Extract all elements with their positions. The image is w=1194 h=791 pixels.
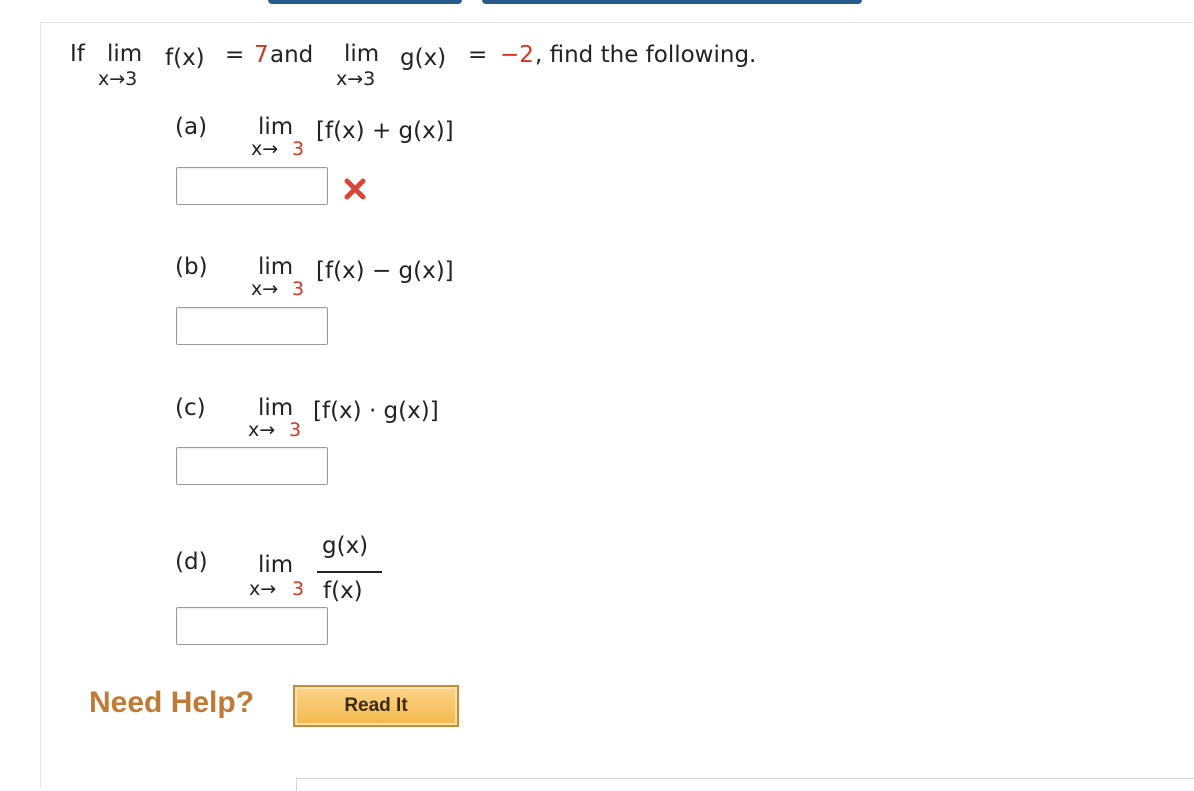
- question-lim-2: lim: [344, 41, 380, 67]
- part-c-label: (c): [175, 395, 206, 421]
- part-a-sub-var: x→: [251, 138, 279, 160]
- question-value-f: 7: [254, 42, 269, 68]
- bottom-panel-frame: [296, 778, 1194, 791]
- part-d-sub-num: 3: [292, 578, 305, 600]
- part-b-sub-num: 3: [292, 278, 305, 300]
- top-tab-left: [268, 0, 462, 4]
- part-d-lim: lim: [258, 552, 294, 578]
- part-a-expression: [f(x) + g(x)]: [316, 118, 454, 144]
- question-and: and: [270, 42, 314, 68]
- part-c-lim: lim: [258, 395, 294, 421]
- left-divider: [40, 22, 41, 788]
- question-sub-1: x→3: [98, 68, 138, 90]
- part-a-label: (a): [175, 114, 208, 140]
- top-divider: [40, 22, 1194, 23]
- question-eq-2: =: [468, 42, 488, 68]
- question-sub-2: x→3: [336, 68, 376, 90]
- part-b-lim: lim: [258, 254, 294, 280]
- top-tab-right: [482, 0, 862, 4]
- part-d-denominator: f(x): [323, 578, 363, 604]
- need-help-label: Need Help?: [89, 686, 255, 719]
- question-fx: f(x): [165, 45, 205, 71]
- question-lim-1: lim: [107, 41, 143, 67]
- part-c-sub-num: 3: [289, 419, 302, 441]
- part-a-sub-num: 3: [292, 138, 305, 160]
- part-c-expression: [f(x) · g(x)]: [313, 398, 439, 424]
- question-eq-1: =: [225, 42, 245, 68]
- part-d-numerator: g(x): [322, 533, 369, 559]
- part-c-answer-input[interactable]: [176, 447, 328, 485]
- part-b-label: (b): [175, 254, 208, 280]
- x-mark-icon: [344, 178, 366, 200]
- part-d-answer-input[interactable]: [176, 607, 328, 645]
- part-b-answer-input[interactable]: [176, 307, 328, 345]
- part-d-label: (d): [175, 549, 208, 575]
- question-prefix: If: [70, 41, 85, 67]
- question-suffix: , find the following.: [535, 42, 757, 68]
- part-d-sub-var: x→: [249, 578, 277, 600]
- part-b-sub-var: x→: [251, 278, 279, 300]
- part-d-fraction-bar: [317, 571, 382, 573]
- read-it-button[interactable]: Read It: [293, 685, 459, 727]
- question-value-g: −2: [500, 42, 534, 68]
- part-c-sub-var: x→: [248, 419, 276, 441]
- part-a-answer-input[interactable]: [176, 167, 328, 205]
- part-a-lim: lim: [258, 114, 294, 140]
- part-b-expression: [f(x) − g(x)]: [316, 258, 454, 284]
- question-gx: g(x): [400, 45, 447, 71]
